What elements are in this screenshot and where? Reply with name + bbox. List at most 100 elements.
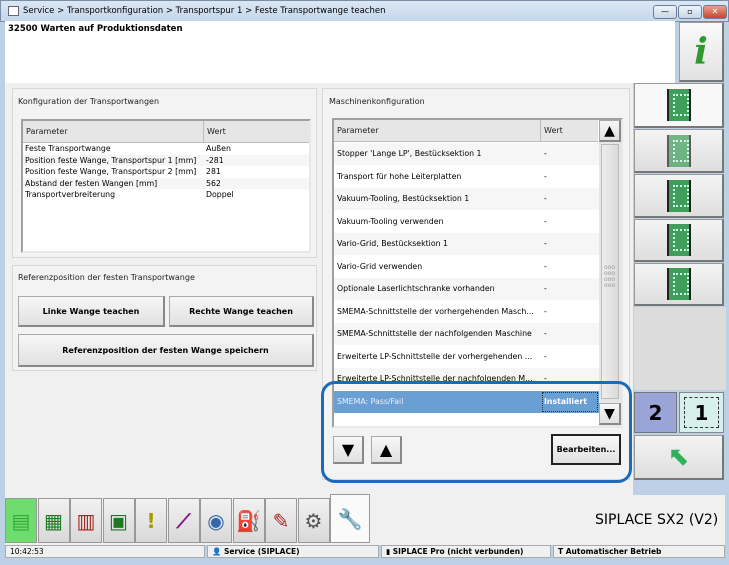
pro-label: SIPLACE Pro (nicht verbunden): [392, 547, 524, 556]
close-button[interactable]: ✕: [703, 5, 727, 19]
machine-name: SIPLACE SX2 (V2): [595, 512, 719, 528]
table-row[interactable]: Vario-Grid, Bestücksektion 1 -: [334, 233, 599, 255]
param-cell: Optionale Laserlichtschranke vorhanden: [337, 284, 495, 293]
panel-title: Referenzposition der festen Transportwan…: [18, 273, 195, 282]
toolbar-alarm-button[interactable]: !: [135, 498, 167, 543]
machine-config-table: Parameter Wert Stopper 'Lange LP', Bestü…: [332, 118, 623, 428]
value-cell: -: [544, 284, 547, 293]
table-header: Parameter Wert: [334, 120, 598, 142]
production-icon: ▤: [11, 508, 31, 533]
toolbar-statistics-button[interactable]: ▥: [70, 498, 102, 543]
toolbar-oil-can-button[interactable]: ⛽: [232, 498, 265, 543]
move-down-button[interactable]: ▼: [333, 436, 364, 464]
table-row-selected[interactable]: SMEMA: Pass/Fail Installiert: [334, 390, 599, 413]
mode-label: Automatischer Betrieb: [565, 547, 662, 556]
param-cell: Vakuum-Tooling verwenden: [337, 216, 444, 226]
param-cell: Erweiterte LP-Schnittstelle der vorherge…: [337, 351, 533, 361]
table-row[interactable]: Erweiterte LP-Schnittstelle der vorherge…: [334, 345, 599, 368]
oil-can-icon: ⛽: [236, 508, 261, 533]
breadcrumb: Service > Transportkonfiguration > Trans…: [23, 6, 386, 16]
param-cell: Position feste Wange, Transportspur 2 [m…: [25, 167, 197, 176]
value-cell: Installiert: [541, 391, 599, 413]
status-message: 32500 Warten auf Produktionsdaten: [8, 24, 183, 34]
maximize-button[interactable]: ▫: [678, 5, 702, 19]
table-row[interactable]: Vakuum-Tooling, Bestücksektion 1 -: [334, 188, 599, 210]
scroll-up-button[interactable]: ▲: [599, 120, 621, 142]
value-cell: -: [544, 194, 547, 203]
side-button-service-wrench[interactable]: [634, 83, 724, 128]
camera-icon: ◉: [207, 508, 225, 533]
move-up-button[interactable]: ▲: [371, 436, 402, 464]
table-row[interactable]: Abstand der festen Wangen [mm] 562: [23, 177, 309, 189]
pcb-wrench-icon: [666, 89, 691, 121]
side-button-width-adjust[interactable]: [634, 174, 724, 218]
table-row[interactable]: Transport für hohe Leiterplatten -: [334, 165, 599, 188]
table-row[interactable]: SMEMA-Schnittstelle der vorhergehenden M…: [334, 300, 599, 323]
table-row[interactable]: Erweiterte LP-Schnittstelle der nachfolg…: [334, 368, 599, 390]
wrench-icon: 🔧: [337, 506, 363, 531]
lane-1-button[interactable]: 1: [679, 392, 724, 433]
toolbar-hand-gear-button[interactable]: ⚙: [297, 498, 330, 543]
side-button-gears[interactable]: [634, 263, 724, 306]
hand-gear-icon: ⚙: [304, 508, 323, 533]
toolbar-production-button[interactable]: ▤: [5, 498, 37, 543]
toolbar-screwdriver-button[interactable]: ✎: [265, 498, 297, 543]
edit-button[interactable]: Bearbeiten...: [551, 434, 621, 465]
value-cell: -: [544, 171, 547, 181]
machine-config-panel: Maschinenkonfiguration Parameter Wert St…: [322, 88, 630, 480]
save-reference-button[interactable]: Referenzposition der festen Wange speich…: [18, 334, 314, 367]
toolbar-camera-button[interactable]: ◉: [200, 498, 232, 543]
table-row[interactable]: SMEMA-Schnittstelle der nachfolgenden Ma…: [334, 323, 599, 345]
value-cell: -: [544, 374, 547, 383]
alarm-icon: !: [146, 508, 156, 533]
value-cell: -: [544, 351, 547, 361]
toolbar-feeder-grid-button[interactable]: ▦: [37, 498, 70, 543]
status-time: 10:42:53: [5, 545, 205, 558]
value-cell: 281: [206, 167, 221, 176]
value-cell: -281: [206, 155, 224, 165]
table-row[interactable]: Transportverbreiterung Doppel: [23, 189, 309, 201]
table-row[interactable]: Vakuum-Tooling verwenden -: [334, 210, 599, 233]
transport-config-table: Parameter Wert Feste Transportwange Außen…: [21, 119, 311, 253]
value-cell: -: [544, 149, 547, 158]
screwdriver-icon: ✎: [272, 508, 290, 533]
param-cell: SMEMA-Schnittstelle der vorhergehenden M…: [337, 306, 534, 316]
toolbar-board-button[interactable]: ▣: [102, 498, 135, 543]
status-siplace-pro: ▮ SIPLACE Pro (nicht verbunden): [381, 545, 551, 558]
table-row[interactable]: Position feste Wange, Transportspur 1 [m…: [23, 154, 309, 166]
teach-left-button[interactable]: Linke Wange teachen: [18, 296, 165, 327]
toolbar-chart-button[interactable]: ⟋: [167, 498, 200, 543]
panel-title: Konfiguration der Transportwangen: [18, 97, 160, 106]
status-user: 👤 Service (SIPLACE): [207, 545, 379, 558]
reference-position-panel: Referenzposition der festen Transportwan…: [12, 265, 317, 371]
param-cell: Vakuum-Tooling, Bestücksektion 1: [337, 194, 470, 203]
app-icon: [8, 6, 19, 16]
scrollbar[interactable]: ▲ ooo ooo ooo ooo ▼: [599, 120, 621, 426]
scroll-down-button[interactable]: ▼: [599, 403, 621, 425]
param-cell: Stopper 'Lange LP', Bestücksektion 1: [337, 149, 482, 158]
table-row[interactable]: Vario-Grid verwenden -: [334, 255, 599, 278]
table-row[interactable]: Position feste Wange, Transportspur 2 [m…: [23, 166, 309, 178]
side-button-board[interactable]: [634, 129, 724, 173]
toolbar-wrench-button[interactable]: 🔧: [330, 494, 370, 543]
param-cell: Transport für hohe Leiterplatten: [337, 171, 462, 181]
board-icon: ▣: [109, 508, 128, 533]
side-button-screwdriver[interactable]: [634, 219, 724, 262]
back-button[interactable]: ⬉: [634, 435, 724, 480]
scrollbar-thumb[interactable]: ooo ooo ooo ooo: [601, 144, 619, 399]
info-button[interactable]: i: [679, 22, 724, 82]
table-row[interactable]: Optionale Laserlichtschranke vorhanden -: [334, 278, 599, 300]
side-spacer: [634, 307, 726, 390]
param-cell: Feste Transportwange: [25, 144, 111, 153]
value-cell: -: [544, 329, 547, 338]
table-row[interactable]: Feste Transportwange Außen: [23, 143, 309, 155]
lane-2-button[interactable]: 2: [634, 392, 677, 433]
teach-right-button[interactable]: Rechte Wange teachen: [169, 296, 314, 327]
pcb-width-icon: [666, 179, 691, 212]
minimize-button[interactable]: —: [653, 5, 677, 19]
table-header: Parameter Wert: [23, 121, 309, 143]
table-row[interactable]: Stopper 'Lange LP', Bestücksektion 1 -: [334, 143, 599, 165]
info-icon: i: [694, 30, 708, 73]
value-cell: Doppel: [206, 190, 234, 199]
column-value: Wert: [207, 127, 226, 136]
